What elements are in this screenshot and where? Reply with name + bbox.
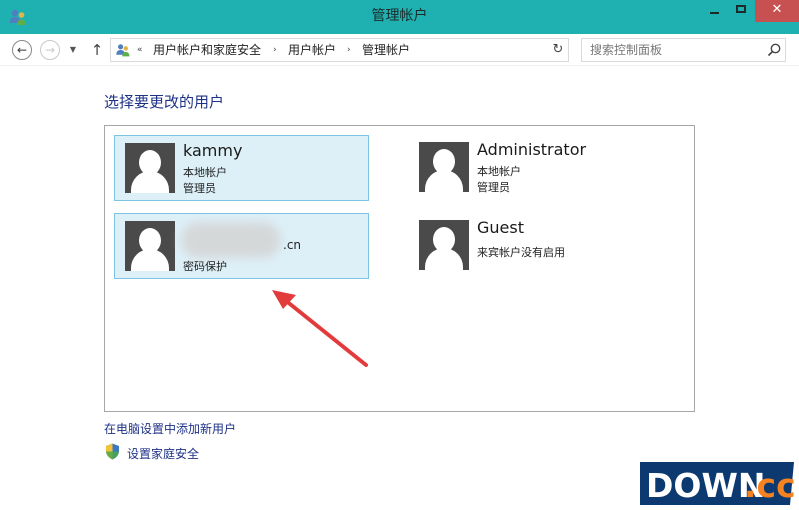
breadcrumb-manage-accounts[interactable]: 管理帐户: [362, 39, 410, 61]
account-name: Guest: [477, 218, 524, 237]
close-icon: ✕: [771, 2, 783, 17]
refresh-button[interactable]: ↻: [547, 39, 569, 61]
minimize-icon: [710, 12, 719, 14]
add-user-link[interactable]: 在电脑设置中添加新用户: [104, 420, 236, 437]
account-type: 本地帐户: [183, 166, 227, 179]
forward-button[interactable]: →: [40, 40, 60, 60]
user-accounts-icon: [116, 44, 130, 57]
breadcrumb-user-accounts-family[interactable]: 用户帐户和家庭安全: [153, 39, 261, 61]
account-status: 密码保护: [183, 260, 227, 273]
up-button[interactable]: ↑: [88, 40, 106, 60]
address-bar[interactable]: « 用户帐户和家庭安全 › 用户帐户 › 管理帐户 ↻: [110, 38, 569, 62]
account-tile-microsoft[interactable]: .cn 密码保护: [114, 213, 369, 279]
account-role: 管理员: [183, 182, 216, 195]
up-arrow-icon: ↑: [90, 41, 104, 59]
user-avatar-icon: [125, 221, 175, 271]
account-name: kammy: [183, 141, 243, 160]
window-title: 管理帐户: [371, 8, 428, 24]
minimize-button[interactable]: [704, 0, 726, 22]
maximize-icon: [736, 5, 746, 13]
family-safety-link[interactable]: 设置家庭安全: [127, 445, 199, 462]
account-status: 来宾帐户没有启用: [477, 246, 565, 259]
search-icon[interactable]: [766, 42, 782, 58]
refresh-icon: ↻: [552, 42, 564, 57]
account-name-suffix: .cn: [283, 238, 302, 252]
breadcrumb-user-accounts[interactable]: 用户帐户: [288, 39, 336, 61]
breadcrumb-overflow[interactable]: «: [137, 39, 143, 61]
breadcrumb-separator[interactable]: ›: [347, 39, 351, 61]
close-button[interactable]: ✕: [755, 0, 799, 22]
account-role: 管理员: [477, 181, 510, 194]
user-avatar-icon: [419, 220, 469, 270]
back-button[interactable]: ←: [12, 40, 32, 60]
watermark-logo: DOWN .cc: [640, 462, 794, 505]
maximize-button[interactable]: [730, 0, 752, 22]
title-bar: 管理帐户 ✕: [0, 0, 799, 34]
search-box[interactable]: [581, 38, 786, 62]
user-avatar-icon: [125, 143, 175, 193]
user-avatar-icon: [419, 142, 469, 192]
account-tile-administrator[interactable]: Administrator 本地帐户 管理员: [409, 135, 664, 201]
forward-arrow-icon: →: [44, 43, 56, 57]
search-input[interactable]: [582, 39, 762, 61]
account-tile-kammy[interactable]: kammy 本地帐户 管理员: [114, 135, 369, 201]
watermark-suffix: .cc: [744, 466, 794, 505]
redacted-account-name: [181, 222, 281, 258]
account-tile-guest[interactable]: Guest 来宾帐户没有启用: [409, 213, 664, 279]
back-arrow-icon: ←: [16, 43, 28, 57]
account-name: Administrator: [477, 140, 587, 159]
account-type: 本地帐户: [477, 165, 521, 178]
accounts-list: kammy 本地帐户 管理员 Administrator 本地帐户 管理员 .c…: [104, 125, 695, 412]
breadcrumb-separator[interactable]: ›: [273, 39, 277, 61]
page-title: 选择要更改的用户: [104, 93, 225, 111]
shield-icon: [106, 443, 119, 460]
navigation-bar: ← → ▼ ↑ « 用户帐户和家庭安全 › 用户帐户 › 管理帐户 ↻: [0, 34, 799, 66]
recent-locations-button[interactable]: ▼: [67, 42, 79, 58]
